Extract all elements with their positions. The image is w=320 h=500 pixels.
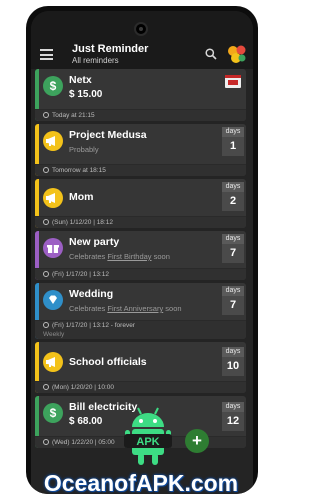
diamond-icon	[43, 290, 63, 310]
days-count: 10	[226, 360, 240, 372]
reminder-time: (Fri) 1/17/20 | 13:12	[52, 271, 109, 278]
megaphone-icon	[43, 188, 63, 208]
reminder-subtitle: Celebrates First Birthday soon	[69, 252, 170, 261]
reminder-card-new-party[interactable]: New party Celebrates First Birthday soon…	[35, 231, 246, 280]
days-counter: days 7	[222, 234, 244, 263]
clock-icon	[43, 439, 49, 445]
subtitle-prefix: Celebrates	[69, 304, 108, 313]
subtitle-link[interactable]: First Anniversary	[107, 304, 163, 313]
reminder-name: Netx	[69, 74, 92, 86]
clock-icon	[43, 322, 49, 328]
reminder-subtitle: Celebrates First Anniversary soon	[69, 304, 182, 313]
reminder-time: (Fri) 1/17/20 | 13:12 - forever	[52, 322, 135, 329]
reminder-card-netx[interactable]: $ Netx $ 15.00 Today at 21:15	[35, 69, 246, 121]
clock-icon	[43, 271, 49, 277]
app-title: Just Reminder	[72, 43, 149, 55]
days-label: days	[222, 127, 244, 137]
add-reminder-button[interactable]: +	[185, 429, 209, 453]
repeat-frequency: Weekly	[43, 331, 65, 338]
reminder-card-wedding[interactable]: Wedding Celebrates First Anniversary soo…	[35, 283, 246, 339]
menu-icon[interactable]	[40, 49, 53, 60]
reminder-card-project-medusa[interactable]: Project Medusa Probably days 1 Tomorrow a…	[35, 124, 246, 176]
reminder-card-school-officials[interactable]: School officials days 10 (Mon) 1/20/20 | …	[35, 342, 246, 393]
dollar-icon: $	[43, 76, 63, 96]
reminder-list: $ Netx $ 15.00 Today at 21:15 Project Me…	[35, 69, 246, 451]
clock-icon	[43, 219, 49, 225]
reminder-amount: $ 15.00	[69, 89, 103, 100]
front-camera	[134, 22, 148, 36]
reminder-time: (Mon) 1/20/20 | 10:00	[52, 384, 115, 391]
reminder-name: School officials	[69, 356, 147, 368]
reminder-time: Tomorrow at 18:15	[52, 167, 106, 174]
reminder-time: (Wed) 1/22/20 | 05:00	[52, 439, 115, 446]
search-icon[interactable]	[205, 48, 217, 60]
subtitle-suffix: soon	[151, 252, 170, 261]
days-count: 7	[229, 247, 237, 259]
megaphone-icon	[43, 352, 63, 372]
days-counter: days 2	[222, 182, 244, 211]
days-counter: days 1	[222, 127, 244, 156]
days-label: days	[222, 347, 244, 357]
days-counter: days 12	[222, 402, 244, 431]
megaphone-icon	[43, 131, 63, 151]
days-count: 2	[229, 195, 237, 207]
days-counter: days 10	[222, 347, 244, 376]
reminder-name: Mom	[69, 191, 94, 203]
days-count: 1	[229, 140, 237, 152]
days-counter: days 7	[222, 286, 244, 315]
subtitle-prefix: Celebrates	[69, 252, 108, 261]
reminder-name: Project Medusa	[69, 129, 147, 141]
gift-icon	[43, 238, 63, 258]
android-apk-logo: APK	[124, 407, 172, 465]
subtitle-link[interactable]: First Birthday	[107, 252, 151, 261]
dollar-icon: $	[43, 403, 63, 423]
days-label: days	[222, 402, 244, 412]
reminder-name: New party	[69, 236, 120, 248]
reminder-time: Today at 21:15	[52, 112, 95, 119]
subtitle-suffix: soon	[163, 304, 182, 313]
days-count: 7	[229, 299, 237, 311]
watermark-text: OceanofAPK.com	[43, 470, 239, 496]
app-subtitle: All reminders	[72, 56, 119, 65]
apk-label: APK	[136, 436, 159, 448]
reminder-subtitle: Probably	[69, 145, 99, 154]
app-bar: Just Reminder All reminders	[31, 11, 253, 69]
days-count: 12	[226, 415, 240, 427]
days-label: days	[222, 182, 244, 192]
reminder-card-mom[interactable]: Mom days 2 (Sun) 1/12/20 | 18:12	[35, 179, 246, 228]
days-label: days	[222, 286, 244, 296]
reminder-amount: $ 68.00	[69, 416, 103, 427]
clock-icon	[43, 167, 49, 173]
clock-icon	[43, 384, 49, 390]
reminder-time: (Sun) 1/12/20 | 18:12	[52, 219, 113, 226]
reminder-name: Wedding	[69, 288, 114, 300]
app-logo-icon[interactable]	[227, 44, 247, 64]
calendar-icon	[225, 75, 241, 88]
clock-icon	[43, 112, 49, 118]
days-label: days	[222, 234, 244, 244]
